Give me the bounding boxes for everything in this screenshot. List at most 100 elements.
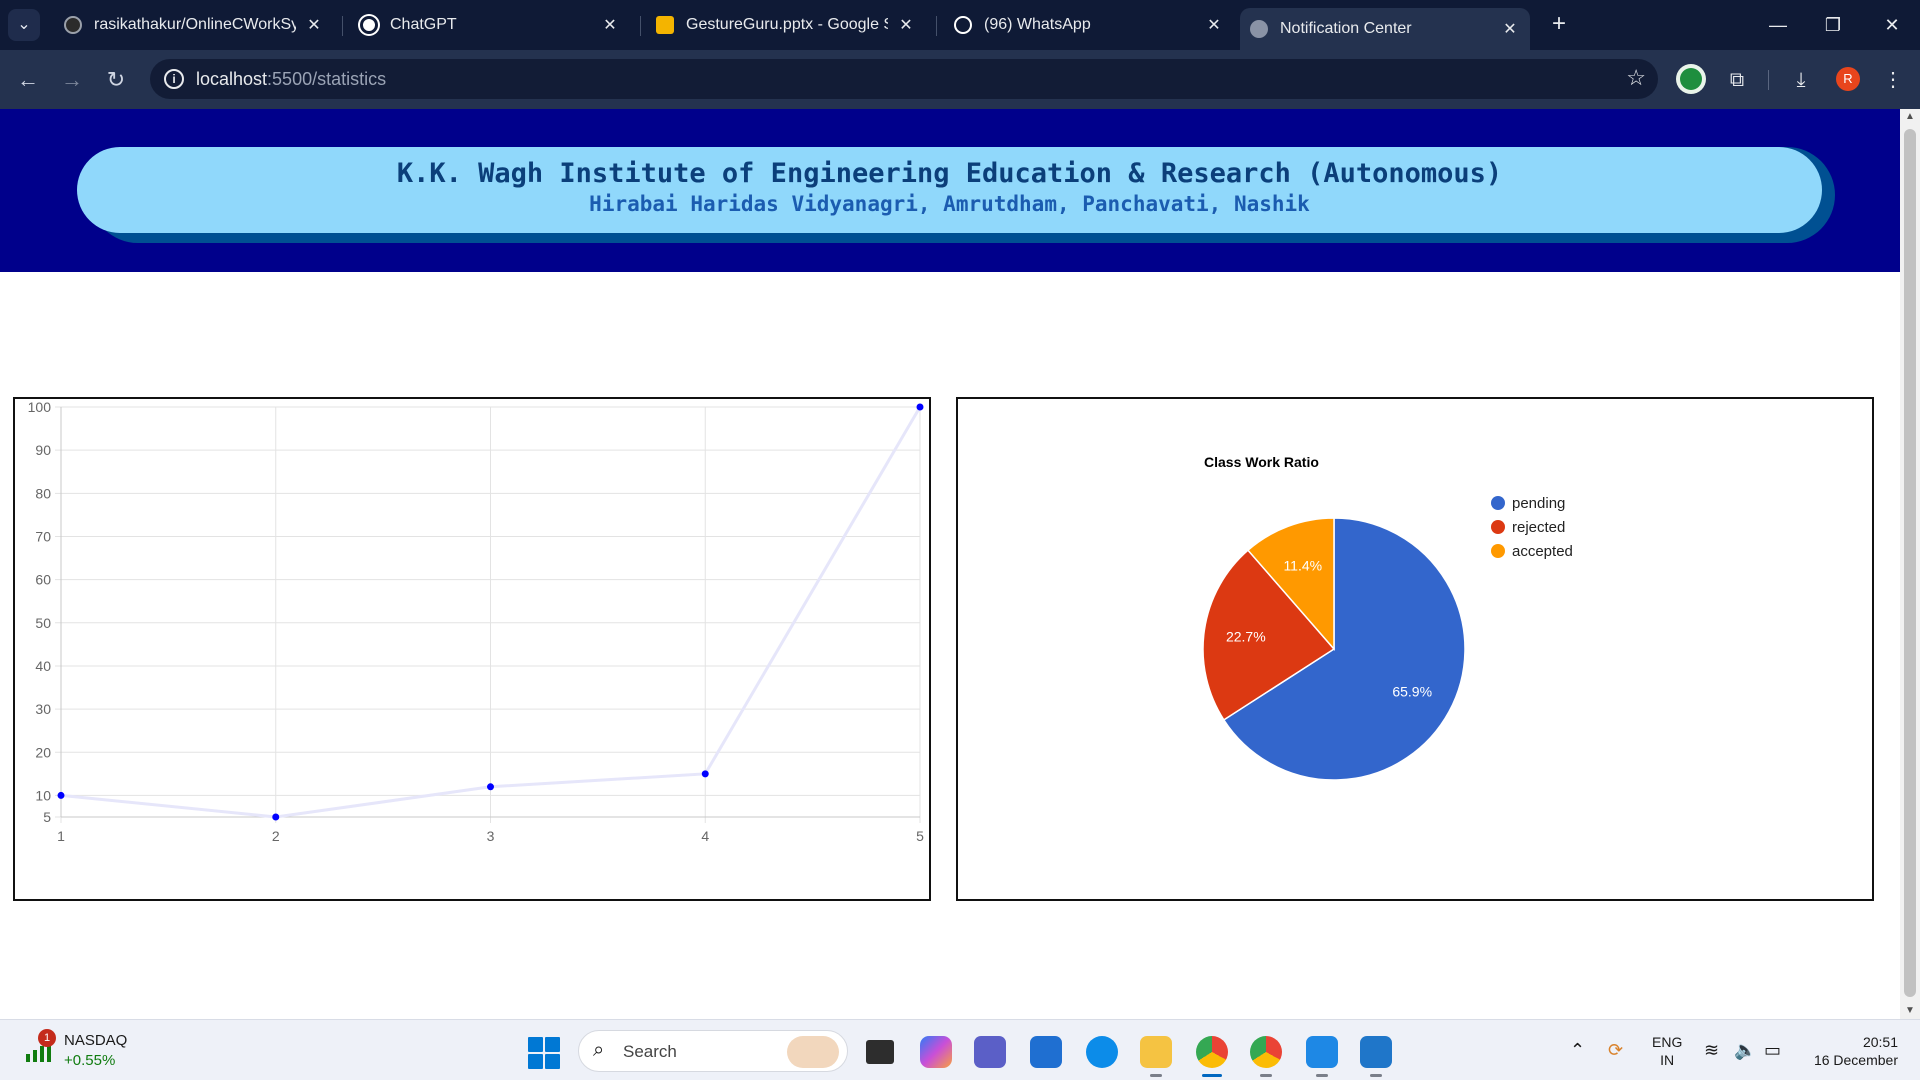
task-view-icon[interactable] [866, 1040, 894, 1064]
y-tick-label: 50 [35, 615, 51, 631]
vscode-icon[interactable] [1360, 1036, 1392, 1077]
notification-badge: 1 [38, 1029, 56, 1047]
y-tick-label: 10 [35, 787, 51, 803]
tab-google-slides[interactable]: GestureGuru.pptx - Google Slid ✕ [646, 8, 926, 42]
reload-button[interactable]: ↻ [100, 64, 132, 96]
close-window-button[interactable]: ✕ [1872, 10, 1912, 40]
y-tick-label: 80 [35, 485, 51, 501]
legend-swatch [1491, 544, 1505, 558]
address-bar[interactable]: i localhost:5500/statistics ☆ [150, 59, 1658, 99]
microsoft-store-icon[interactable] [1030, 1036, 1062, 1068]
extensions-puzzle-icon[interactable]: ⧉ [1722, 65, 1752, 95]
x-tick-label: 5 [916, 828, 924, 844]
y-tick-label: 5 [43, 809, 51, 825]
windows-start-icon[interactable] [528, 1037, 560, 1069]
search-placeholder: Search [623, 1042, 677, 1061]
y-tick-label: 70 [35, 528, 51, 544]
slice-percent-label: 22.7% [1226, 628, 1266, 644]
institute-header: K.K. Wagh Institute of Engineering Educa… [0, 109, 1900, 272]
toolbar-divider [1768, 70, 1769, 90]
search-highlight-image [787, 1036, 839, 1068]
slides-icon [656, 16, 674, 34]
language-indicator[interactable]: ENG IN [1652, 1033, 1682, 1069]
scroll-down-arrow[interactable]: ▼ [1900, 1003, 1920, 1019]
photos-icon[interactable] [1306, 1036, 1338, 1077]
tab-github[interactable]: rasikathakur/OnlineCWorkSyste ✕ [54, 8, 334, 42]
close-icon[interactable]: ✕ [1204, 15, 1224, 35]
region-code: IN [1660, 1052, 1675, 1068]
pie-chart-panel: Class Work Ratio 65.9% 22.7% 11.4% pending r… [956, 397, 1874, 901]
download-extension-icon[interactable] [1676, 64, 1706, 94]
github-icon [64, 16, 82, 34]
clock-date: 16 December [1813, 1052, 1898, 1068]
x-tick-label: 2 [272, 828, 280, 844]
language-code: ENG [1652, 1034, 1683, 1050]
data-point[interactable] [916, 403, 924, 411]
more-menu-icon[interactable]: ⋮ [1878, 65, 1908, 95]
x-tick-label: 1 [57, 828, 65, 844]
close-icon[interactable]: ✕ [304, 15, 324, 35]
edge-icon[interactable] [1086, 1036, 1118, 1068]
system-clock[interactable]: 20:51 16 December [1806, 1033, 1898, 1069]
battery-icon[interactable]: ▭ [1764, 1040, 1781, 1061]
taskbar-search[interactable]: ⌕ Search [578, 1030, 848, 1072]
url-host: localhost [196, 69, 268, 89]
stock-name[interactable]: NASDAQ [64, 1032, 127, 1049]
copilot-icon[interactable] [920, 1036, 952, 1068]
tab-whatsapp[interactable]: (96) WhatsApp ✕ [944, 8, 1234, 42]
sync-icon[interactable]: ⟳ [1608, 1040, 1623, 1061]
file-explorer-icon[interactable] [1140, 1036, 1172, 1077]
line-chart: 5 10 20 30 40 50 60 70 80 90 100 1 2 3 4 5 [28, 399, 924, 844]
close-icon[interactable]: ✕ [1500, 19, 1520, 39]
legend-swatch [1491, 520, 1505, 534]
chrome-profile-icon[interactable] [1250, 1036, 1282, 1077]
legend-label[interactable]: pending [1512, 495, 1565, 512]
url-text[interactable]: localhost:5500/statistics [196, 69, 386, 90]
tab-separator [342, 16, 343, 36]
page-scrollbar[interactable]: ▲ ▼ [1900, 109, 1920, 1019]
new-tab-button[interactable]: + [1544, 10, 1574, 40]
chrome-icon[interactable] [1196, 1036, 1228, 1077]
pie-chart: Class Work Ratio 65.9% 22.7% 11.4% pending r… [1202, 454, 1573, 781]
minimize-button[interactable]: — [1758, 10, 1798, 40]
tab-title: GestureGuru.pptx - Google Slid [686, 16, 888, 33]
close-icon[interactable]: ✕ [896, 15, 916, 35]
legend-label[interactable]: accepted [1512, 543, 1573, 560]
data-point[interactable] [57, 791, 65, 799]
browser-toolbar: ← → ↻ i localhost:5500/statistics ☆ ⧉ ⤓ … [0, 50, 1920, 109]
forward-button[interactable]: → [56, 64, 88, 96]
stock-change[interactable]: +0.55% [64, 1052, 115, 1069]
profile-avatar[interactable]: R [1836, 67, 1860, 91]
tab-chatgpt[interactable]: ChatGPT ✕ [350, 8, 630, 42]
site-info-icon[interactable]: i [164, 69, 184, 89]
x-tick-label: 3 [487, 828, 495, 844]
url-path: :5500/statistics [267, 69, 387, 89]
search-icon: ⌕ [593, 1039, 605, 1061]
tab-title: ChatGPT [390, 16, 457, 33]
data-point[interactable] [272, 813, 280, 821]
scrollbar-thumb[interactable] [1904, 129, 1916, 997]
back-button[interactable]: ← [12, 64, 44, 96]
pie-chart-title: Class Work Ratio [1204, 454, 1319, 470]
volume-icon[interactable]: 🔈 [1734, 1040, 1756, 1061]
scroll-up-arrow[interactable]: ▲ [1900, 109, 1920, 125]
line-chart-panel: 5 10 20 30 40 50 60 70 80 90 100 1 2 3 4 5 [13, 397, 931, 901]
bookmark-star-icon[interactable]: ☆ [1626, 65, 1646, 91]
wifi-icon[interactable]: ≋ [1704, 1040, 1719, 1061]
y-tick-label: 100 [28, 399, 52, 415]
tab-notification-center[interactable]: Notification Center ✕ [1240, 8, 1530, 50]
close-icon[interactable]: ✕ [600, 15, 620, 35]
downloads-icon[interactable]: ⤓ [1786, 65, 1816, 95]
restore-button[interactable]: ❐ [1813, 10, 1853, 40]
slice-percent-label: 65.9% [1392, 684, 1432, 700]
tab-title: (96) WhatsApp [984, 16, 1091, 33]
data-point[interactable] [487, 783, 494, 791]
tab-separator [640, 16, 641, 36]
tab-search-button[interactable]: ⌄ [8, 9, 40, 41]
teams-icon[interactable] [974, 1036, 1006, 1068]
chevron-up-icon[interactable]: ⌃ [1570, 1040, 1585, 1061]
legend-label[interactable]: rejected [1512, 519, 1565, 536]
data-point[interactable] [701, 770, 709, 778]
x-tick-label: 4 [701, 828, 709, 844]
institute-name: K.K. Wagh Institute of Engineering Educa… [396, 158, 1503, 189]
